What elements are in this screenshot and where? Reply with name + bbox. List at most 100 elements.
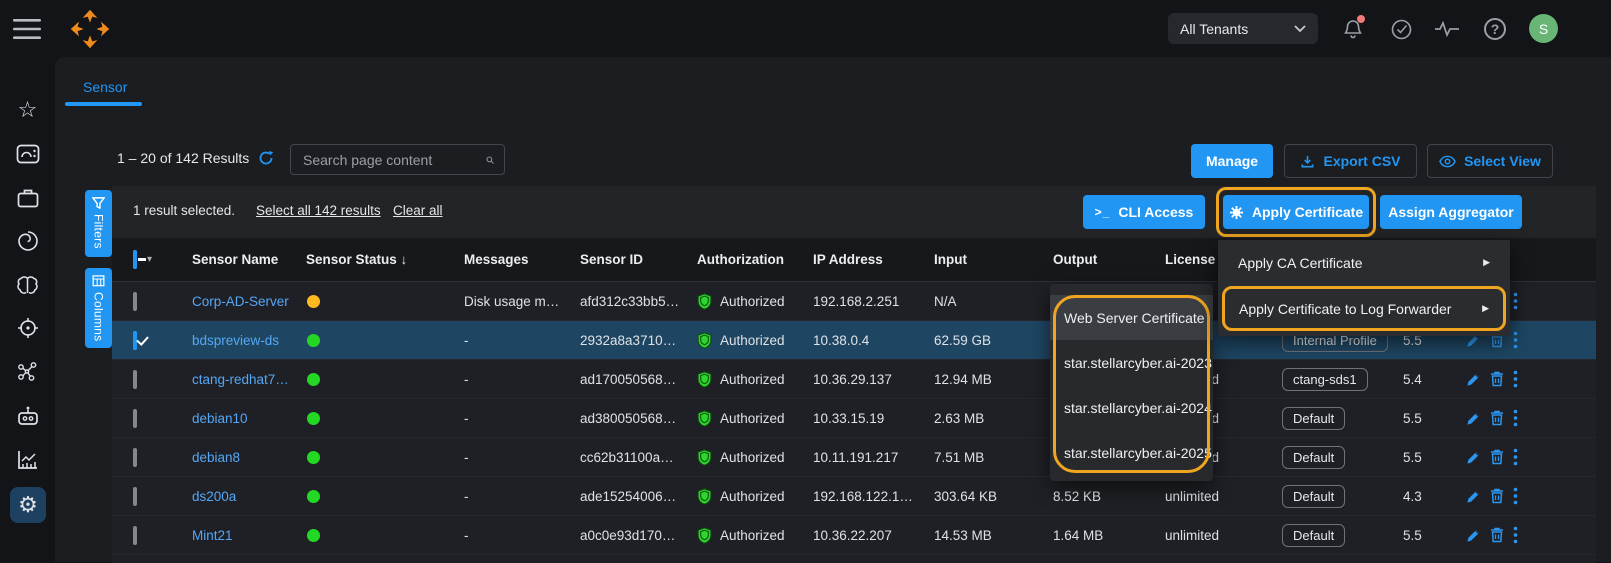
edit-icon[interactable] — [1466, 528, 1481, 543]
ip-address-cell: 10.36.22.207 — [806, 528, 927, 543]
sidebar-item-detect[interactable] — [0, 310, 55, 346]
more-actions-kebab-icon[interactable] — [1513, 292, 1518, 310]
delete-icon[interactable] — [1490, 488, 1504, 504]
sensor-name-cell: bdspreview-ds — [185, 333, 299, 348]
menu-item-highlight-outline: Apply Certificate to Log Forwarder ▶ — [1222, 286, 1506, 331]
authorization-text: Authorized — [720, 294, 785, 309]
sidebar-item-settings[interactable]: ⚙ — [10, 487, 46, 523]
columns-panel-toggle[interactable]: Columns — [85, 268, 112, 348]
select-all-checkbox[interactable] — [133, 250, 137, 269]
delete-icon[interactable] — [1490, 371, 1504, 387]
sensor-name-link[interactable]: Corp-AD-Server — [192, 294, 289, 309]
sensor-name-link[interactable]: debian8 — [192, 450, 240, 465]
hamburger-menu-icon[interactable] — [13, 18, 41, 40]
col-output[interactable]: Output — [1046, 252, 1158, 267]
sensor-status-cell — [299, 411, 457, 426]
edit-icon[interactable] — [1466, 372, 1481, 387]
col-input[interactable]: Input — [927, 252, 1046, 267]
delete-icon[interactable] — [1490, 527, 1504, 543]
selection-caret-icon[interactable]: ▾ — [147, 254, 152, 265]
col-sensor-id[interactable]: Sensor ID — [573, 252, 690, 267]
sidebar-item-reports[interactable] — [0, 441, 55, 477]
export-csv-button[interactable]: Export CSV — [1284, 144, 1417, 178]
messages-cell: - — [457, 333, 573, 348]
more-actions-kebab-icon[interactable] — [1513, 487, 1518, 505]
sidebar-item-connections[interactable] — [0, 354, 55, 390]
sidebar-item-ai[interactable] — [0, 267, 55, 303]
tenant-selector[interactable]: All Tenants — [1168, 13, 1318, 44]
apply-certificate-button[interactable]: Apply Certificate — [1223, 195, 1369, 229]
status-dot-green — [307, 451, 320, 464]
notifications-bell-icon[interactable] — [1340, 16, 1366, 42]
sidebar-item-investigate[interactable] — [0, 223, 55, 259]
submenu-item-cert-2023[interactable]: star.stellarcyber.ai-2023 — [1050, 340, 1213, 385]
assign-aggregator-button[interactable]: Assign Aggregator — [1380, 195, 1522, 229]
avatar-initial: S — [1539, 21, 1548, 37]
row-checkbox[interactable] — [133, 370, 137, 389]
user-avatar[interactable]: S — [1529, 14, 1558, 43]
table-row: debian10-ad380050568…Authorized10.33.15.… — [112, 399, 1596, 438]
authorization-cell: Authorized — [690, 488, 806, 505]
row-checkbox[interactable] — [133, 448, 137, 467]
submenu-item-cert-2024[interactable]: star.stellarcyber.ai-2024 — [1050, 385, 1213, 430]
manage-label: Manage — [1206, 153, 1258, 169]
chart-trend-icon — [17, 449, 39, 470]
row-checkbox[interactable] — [133, 487, 137, 506]
columns-label: Columns — [92, 292, 106, 341]
menu-item-apply-cert-log-forwarder[interactable]: Apply Certificate to Log Forwarder ▶ — [1225, 289, 1503, 328]
col-sensor-status[interactable]: Sensor Status ↓ — [299, 252, 457, 267]
edit-icon[interactable] — [1466, 411, 1481, 426]
submenu-item-web-server-certificate[interactable]: Web Server Certificate — [1050, 295, 1213, 340]
search-input[interactable] — [301, 151, 486, 169]
refresh-icon[interactable] — [258, 150, 274, 166]
submenu-item-cert-2025[interactable]: star.stellarcyber.ai-2025 — [1050, 430, 1213, 475]
sensor-name-link[interactable]: ctang-redhat7… — [192, 372, 289, 387]
row-checkbox[interactable] — [133, 331, 137, 350]
row-checkbox[interactable] — [133, 292, 137, 311]
clear-all-link[interactable]: Clear all — [393, 203, 443, 218]
row-checkbox[interactable] — [133, 409, 137, 428]
select-view-button[interactable]: Select View — [1427, 144, 1553, 178]
more-actions-kebab-icon[interactable] — [1513, 331, 1518, 349]
sidebar-item-automation[interactable] — [0, 398, 55, 434]
search-icon[interactable] — [486, 152, 494, 168]
sensor-status-cell — [299, 450, 457, 465]
profile-chip: Default — [1282, 446, 1345, 469]
more-actions-kebab-icon[interactable] — [1513, 448, 1518, 466]
edit-icon[interactable] — [1466, 450, 1481, 465]
system-health-pulse-icon[interactable] — [1434, 16, 1460, 42]
edit-icon[interactable] — [1466, 489, 1481, 504]
more-actions-kebab-icon[interactable] — [1513, 409, 1518, 427]
delete-icon[interactable] — [1490, 410, 1504, 426]
col-sensor-name[interactable]: Sensor Name — [185, 252, 299, 267]
sensor-name-link[interactable]: debian10 — [192, 411, 248, 426]
submenu-arrow-icon: ▶ — [1482, 303, 1489, 314]
chevron-down-icon — [1294, 25, 1306, 33]
delete-icon[interactable] — [1490, 449, 1504, 465]
sensor-name-link[interactable]: bdspreview-ds — [192, 333, 279, 348]
notification-dot — [1357, 15, 1365, 23]
tasks-check-icon[interactable] — [1388, 16, 1414, 42]
messages-cell: - — [457, 372, 573, 387]
menu-item-apply-ca-certificate[interactable]: Apply CA Certificate ▶ — [1218, 240, 1510, 285]
col-ip-address[interactable]: IP Address — [806, 252, 927, 267]
help-icon[interactable]: ? — [1482, 16, 1508, 42]
sensor-name-link[interactable]: Mint21 — [192, 528, 233, 543]
select-all-link[interactable]: Select all 142 results — [256, 203, 381, 218]
more-actions-kebab-icon[interactable] — [1513, 370, 1518, 388]
row-checkbox[interactable] — [133, 526, 137, 545]
sensor-name-link[interactable]: ds200a — [192, 489, 236, 504]
sidebar-item-favorites[interactable]: ☆ — [0, 92, 55, 128]
manage-button[interactable]: Manage — [1191, 144, 1273, 178]
sidebar-item-dashboards[interactable] — [0, 136, 55, 172]
more-actions-kebab-icon[interactable] — [1513, 526, 1518, 544]
sidebar-item-cases[interactable] — [0, 180, 55, 216]
tab-sensor[interactable]: Sensor — [83, 79, 127, 95]
filters-panel-toggle[interactable]: Filters — [85, 190, 112, 257]
gear-icon: ⚙ — [18, 494, 38, 516]
col-messages[interactable]: Messages — [457, 252, 573, 267]
col-authorization[interactable]: Authorization — [690, 252, 806, 267]
cli-access-button[interactable]: >_ CLI Access — [1083, 195, 1205, 229]
sort-desc-icon[interactable]: ↓ — [401, 252, 408, 267]
authorization-cell: Authorized — [690, 332, 806, 349]
